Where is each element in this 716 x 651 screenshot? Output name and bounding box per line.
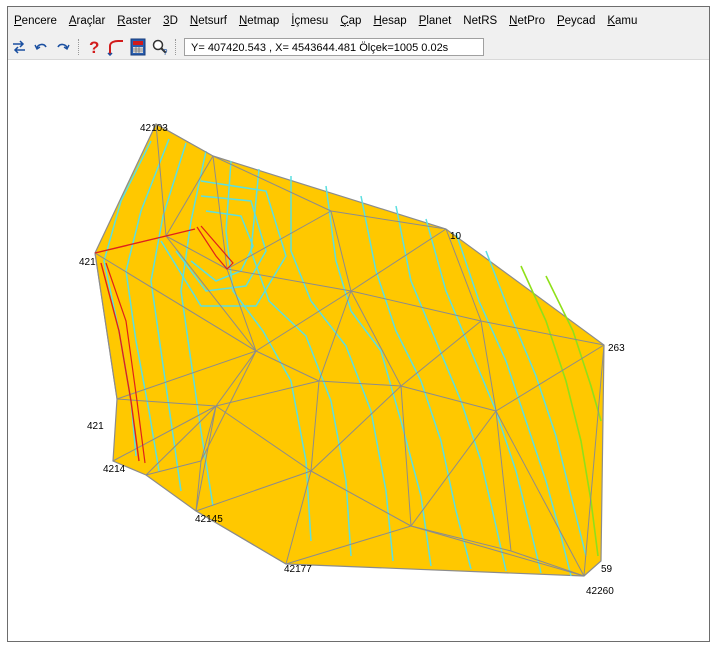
point-label: 421 (79, 257, 96, 268)
point-label: 42145 (195, 514, 223, 525)
map-canvas[interactable]: 42103 10 263 421 421 4214 42145 42177 59… (8, 60, 709, 641)
point-label: 42260 (586, 586, 614, 597)
application-window: Pencere Araçlar Raster 3D Netsurf Netmap… (7, 6, 710, 642)
point-label: 10 (450, 231, 462, 242)
point-label: 4214 (103, 464, 126, 475)
point-label: 42177 (284, 564, 312, 575)
point-label: 42103 (140, 123, 168, 134)
tin-surface-map: 42103 10 263 421 421 4214 42145 42177 59… (79, 123, 625, 597)
point-label: 421 (87, 421, 104, 432)
point-label: 263 (608, 343, 625, 354)
point-label: 59 (601, 564, 613, 575)
